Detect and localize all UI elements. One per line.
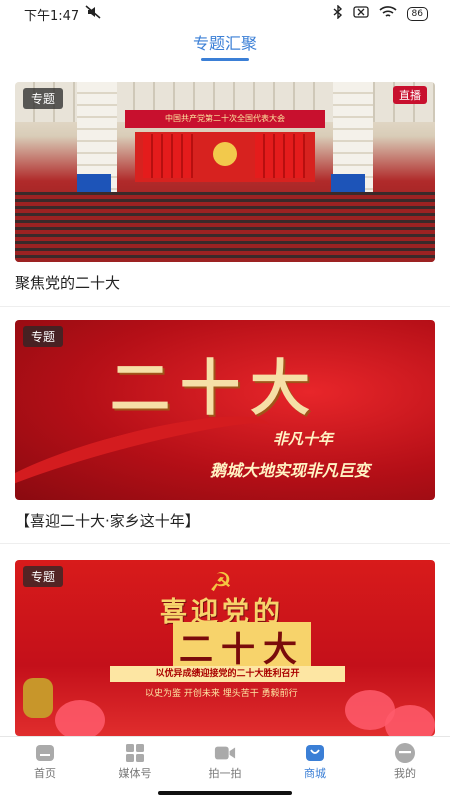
topic-badge: 专题 <box>23 88 64 109</box>
topic-badge: 专题 <box>23 326 64 347</box>
mute-icon <box>85 5 101 23</box>
status-time: 下午1:47 <box>24 8 80 24</box>
topic-card-image[interactable]: 二十大 非凡十年 鹅城大地实现非凡巨变 专题 <box>15 320 435 500</box>
party-emblem-icon <box>213 142 237 166</box>
grid-icon <box>124 744 146 762</box>
image-slogan: 以史为鉴 开创未来 埋头苦干 勇毅前行 <box>145 689 298 699</box>
image-headline: 二十大 <box>173 622 311 671</box>
page-title: 专题汇聚 <box>192 34 257 53</box>
status-bar: 下午1:47 86 <box>0 0 450 28</box>
topic-card[interactable]: ☭ 喜迎党的 二十大 以优异成绩迎接党的二十大胜利召开 以史为鉴 开创未来 埋头… <box>0 560 450 736</box>
topic-card[interactable]: 二十大 非凡十年 鹅城大地实现非凡巨变 专题 【喜迎二十大·家乡这十年】 <box>0 320 450 544</box>
tab-home[interactable]: 首页 <box>0 737 90 788</box>
home-indicator[interactable] <box>158 791 292 795</box>
bottom-tab-bar: 首页 媒体号 拍一拍 商城 我的 <box>0 736 450 788</box>
bluetooth-icon <box>333 4 343 23</box>
topic-card-image[interactable]: 中国共产党第二十次全国代表大会 专题 直播 <box>15 82 435 262</box>
topic-feed[interactable]: 中国共产党第二十次全国代表大会 专题 直播 聚焦党的二十大 二十大 非凡十年 鹅… <box>0 82 450 736</box>
tab-label: 首页 <box>34 767 56 780</box>
home-icon <box>34 744 56 762</box>
tab-label: 商城 <box>304 767 326 780</box>
battery-icon: 86 <box>406 7 428 21</box>
image-headline: 二十大 <box>110 354 320 424</box>
hall-banner: 中国共产党第二十次全国代表大会 <box>125 110 325 128</box>
image-stripe: 以优异成绩迎接党的二十大胜利召开 <box>110 666 345 682</box>
title-underline <box>201 58 249 61</box>
shop-icon <box>304 744 326 762</box>
wifi-icon <box>379 5 397 23</box>
tab-media[interactable]: 媒体号 <box>90 737 180 788</box>
tab-profile[interactable]: 我的 <box>360 737 450 788</box>
video-icon <box>214 744 236 762</box>
image-subline: 非凡十年 <box>273 430 334 448</box>
page-header: 专题汇聚 <box>0 30 450 66</box>
live-badge: 直播 <box>393 86 427 104</box>
topic-card-title[interactable]: 【喜迎二十大·家乡这十年】 <box>15 510 200 531</box>
sim-off-icon <box>352 6 369 22</box>
topic-card-image[interactable]: ☭ 喜迎党的 二十大 以优异成绩迎接党的二十大胜利召开 以史为鉴 开创未来 埋头… <box>15 560 435 736</box>
tab-label: 拍一拍 <box>208 767 242 780</box>
tab-label: 我的 <box>394 767 416 780</box>
topic-card-title[interactable]: 聚焦党的二十大 <box>15 272 120 293</box>
profile-icon <box>394 743 416 763</box>
topic-badge: 专题 <box>23 566 64 587</box>
tab-label: 媒体号 <box>118 767 152 780</box>
tab-shop[interactable]: 商城 <box>270 737 360 788</box>
image-subline: 鹅城大地实现非凡巨变 <box>210 461 371 480</box>
topic-card[interactable]: 中国共产党第二十次全国代表大会 专题 直播 聚焦党的二十大 <box>0 82 450 307</box>
tab-shoot[interactable]: 拍一拍 <box>180 737 270 788</box>
